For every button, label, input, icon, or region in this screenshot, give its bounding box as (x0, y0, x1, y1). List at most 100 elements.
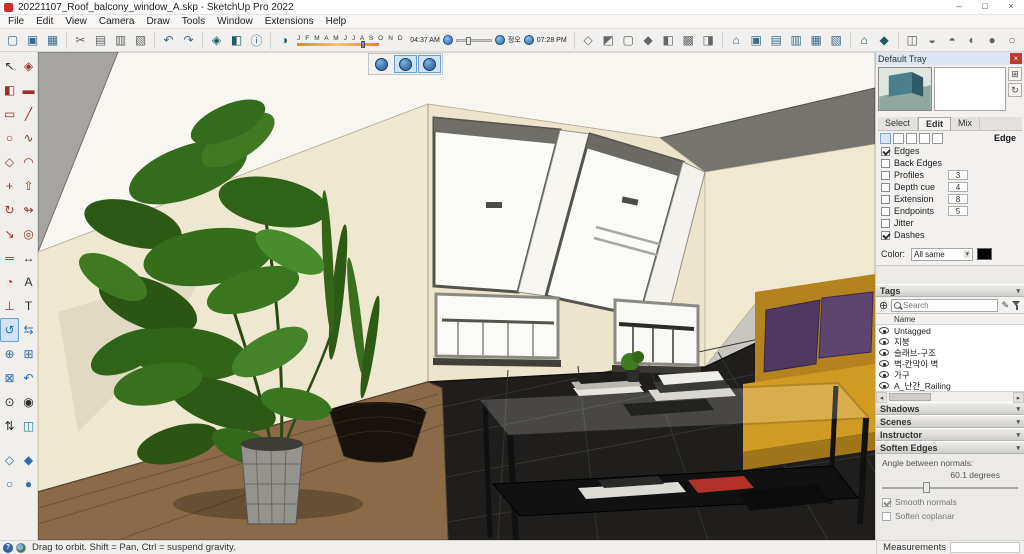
top-view-button[interactable]: ▣ (747, 30, 766, 50)
cut-button[interactable]: ✂ (71, 30, 90, 50)
look-around-tool[interactable]: ◉ (19, 390, 38, 414)
section-plane-tool[interactable]: ◫ (19, 414, 38, 438)
zoom-window-tool[interactable]: ⊞ (19, 342, 38, 366)
instructor-section-header[interactable]: Instructor ▾ (876, 428, 1024, 441)
filter-icon[interactable] (1012, 300, 1021, 310)
left-view-button[interactable]: ▧ (827, 30, 846, 50)
camera-button[interactable]: ○ (1003, 30, 1022, 50)
zoom-extents-tool[interactable]: ⊠ (0, 366, 19, 390)
plugin-tool-2[interactable]: ◆ (19, 448, 38, 472)
tag-row[interactable]: 벽-칸막이 벽 (876, 358, 1024, 369)
redo-button[interactable]: ↷ (179, 30, 198, 50)
menu-edit[interactable]: Edit (30, 15, 59, 28)
follow-me-tool[interactable]: ↬ (19, 198, 38, 222)
profiles-checkbox[interactable] (881, 170, 890, 180)
visibility-eye-icon[interactable] (879, 360, 889, 367)
dimension-tool[interactable]: ↔ (19, 246, 38, 270)
model-viewport[interactable] (38, 52, 875, 540)
section-plane-button[interactable]: ◫ (903, 30, 922, 50)
tray-close-button[interactable]: × (1010, 53, 1022, 64)
angle-slider-track[interactable] (882, 487, 1018, 489)
tag-search-input[interactable] (903, 300, 996, 310)
rectangle-tool[interactable]: ▭ (0, 102, 19, 126)
chevron-down-icon[interactable]: ▾ (1016, 444, 1020, 452)
sofa[interactable] (743, 274, 875, 470)
tab-mix[interactable]: Mix (951, 117, 981, 130)
visibility-eye-icon[interactable] (879, 338, 889, 345)
balcony-window-left[interactable] (433, 292, 561, 367)
soften-coplanar-checkbox[interactable] (882, 511, 891, 521)
rotate-tool[interactable]: ↻ (0, 198, 19, 222)
move-tool[interactable]: + (0, 174, 19, 198)
edges-checkbox[interactable] (881, 146, 890, 156)
shadows-toggle-button[interactable]: ◑ (275, 30, 294, 50)
new-file-button[interactable]: ▢ (3, 30, 22, 50)
tape-measure-tool[interactable]: ═ (0, 246, 19, 270)
visibility-eye-icon[interactable] (879, 327, 889, 334)
open-file-button[interactable]: ▣ (23, 30, 42, 50)
noon-clock-icon[interactable] (494, 35, 505, 45)
angle-slider[interactable] (882, 482, 1018, 494)
axes-tool[interactable]: ⊥ (0, 294, 19, 318)
arc-tool[interactable]: ◠ (19, 150, 38, 174)
select-tool[interactable]: ↖ (0, 54, 19, 78)
menu-draw[interactable]: Draw (140, 15, 175, 28)
paint-bucket-button[interactable]: ◧ (227, 30, 246, 50)
date-slider-thumb[interactable] (361, 40, 365, 48)
scroll-right-icon[interactable]: ▸ (1013, 391, 1024, 403)
save-button[interactable]: ▦ (43, 30, 62, 50)
chevron-down-icon[interactable]: ▾ (1016, 405, 1020, 413)
paint-bucket-tool[interactable]: ◧ (0, 78, 19, 102)
visibility-eye-icon[interactable] (879, 382, 889, 389)
jitter-checkbox[interactable] (881, 218, 890, 228)
undo-button[interactable]: ↶ (159, 30, 178, 50)
overlay-tool-button-2[interactable] (394, 55, 417, 73)
edge-color-swatch[interactable] (977, 248, 992, 260)
tags-section-header[interactable]: Tags ▾ (876, 284, 1024, 297)
maximize-button[interactable]: □ (972, 0, 998, 14)
angle-slider-thumb[interactable] (922, 482, 930, 493)
front-view-button[interactable]: ▤ (767, 30, 786, 50)
erase-button[interactable]: ▧ (131, 30, 150, 50)
previous-view-tool[interactable]: ↶ (19, 366, 38, 390)
pan-tool[interactable]: ⇆ (19, 318, 38, 342)
plugin-tool-4[interactable]: ● (19, 472, 38, 496)
chevron-down-icon[interactable]: ▾ (1016, 431, 1020, 439)
perspective-button[interactable]: ● (983, 30, 1002, 50)
scroll-left-icon[interactable]: ◂ (876, 391, 887, 403)
freehand-tool[interactable]: ∿ (19, 126, 38, 150)
polygon-tool[interactable]: ◇ (0, 150, 19, 174)
protractor-tool[interactable]: ◔ (0, 270, 19, 294)
edge-settings-icon[interactable] (880, 132, 891, 144)
shadows-section-header[interactable]: Shadows ▾ (876, 402, 1024, 415)
copy-button[interactable]: ▤ (91, 30, 110, 50)
profiles-value-field[interactable]: 3 (948, 170, 968, 180)
menu-view[interactable]: View (59, 15, 93, 28)
visibility-eye-icon[interactable] (879, 371, 889, 378)
3d-scene[interactable] (38, 52, 875, 540)
plugin-tool-3[interactable]: ○ (0, 472, 19, 496)
help-icon[interactable]: ? (3, 542, 13, 553)
hidden-line-style-button[interactable]: ◆ (639, 30, 658, 50)
background-settings-icon[interactable] (906, 132, 917, 144)
scenes-section-header[interactable]: Scenes ▾ (876, 415, 1024, 428)
chevron-down-icon[interactable]: ▾ (1016, 418, 1020, 426)
eraser-tool[interactable]: ▬ (19, 78, 38, 102)
chevron-down-icon[interactable]: ▾ (964, 250, 970, 258)
tray-title-bar[interactable]: Default Tray × (876, 52, 1024, 65)
scrollbar-thumb[interactable] (889, 392, 931, 401)
xray-toggle-button[interactable]: ◐ (963, 30, 982, 50)
tags-horizontal-scrollbar[interactable]: ◂ ▸ (876, 391, 1024, 403)
extension-value-field[interactable]: 8 (948, 194, 968, 204)
extension-checkbox[interactable] (881, 194, 890, 204)
watermark-settings-icon[interactable] (919, 132, 930, 144)
depth-cue-checkbox[interactable] (881, 182, 890, 192)
section-cuts-button[interactable]: ◒ (923, 30, 942, 50)
extension-warehouse-button[interactable]: ◆ (875, 30, 894, 50)
overlay-tool-button-1[interactable] (370, 55, 393, 73)
shadow-date-slider[interactable]: J F M A M J J A S O N D (297, 35, 404, 48)
back-edges-checkbox[interactable] (881, 158, 890, 168)
refresh-style-icon[interactable]: ↻ (1008, 83, 1022, 97)
orbit-tool[interactable]: ↺ (0, 318, 19, 342)
dashes-checkbox[interactable] (881, 230, 890, 240)
